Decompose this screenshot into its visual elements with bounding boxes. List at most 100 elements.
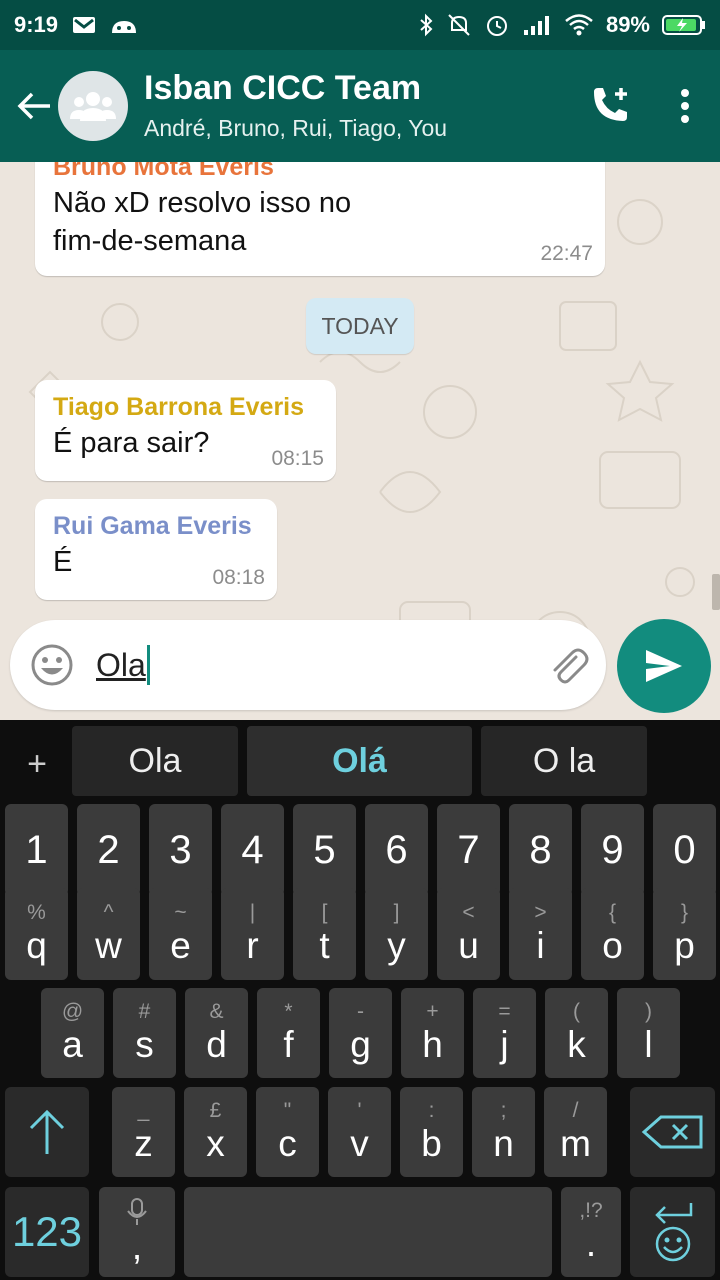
- number-key[interactable]: 2: [77, 804, 140, 896]
- key-label: t: [319, 925, 330, 966]
- key-secondary-label: (: [573, 1000, 580, 1023]
- number-key[interactable]: 8: [509, 804, 572, 896]
- number-key[interactable]: 9: [581, 804, 644, 896]
- letter-key[interactable]: [t: [293, 888, 356, 980]
- letter-key[interactable]: % q: [5, 888, 68, 980]
- key-label: m: [560, 1123, 591, 1164]
- suggestion-chip[interactable]: Ola: [72, 726, 238, 796]
- letter-key[interactable]: ) l: [617, 988, 680, 1078]
- letter-key[interactable]: £ x: [184, 1087, 247, 1177]
- send-icon: [646, 650, 682, 682]
- shift-key[interactable]: [5, 1087, 89, 1177]
- letter-key[interactable]: ; n: [472, 1087, 535, 1177]
- letter-key[interactable]: ' v: [328, 1087, 391, 1177]
- key-secondary-label: {: [608, 901, 616, 924]
- period-key[interactable]: ,!? .: [561, 1187, 621, 1277]
- message-bubble[interactable]: Bruno Mota Everis Não xD resolvo isso no…: [35, 162, 605, 276]
- message-bubble[interactable]: Rui Gama Everis É 08:18: [35, 499, 277, 600]
- microphone-icon: [127, 1198, 147, 1225]
- key-label: 2: [97, 828, 120, 872]
- letter-key[interactable]: _ z: [112, 1087, 175, 1177]
- letter-key[interactable]: < u: [437, 888, 500, 980]
- scroll-indicator[interactable]: [712, 574, 720, 610]
- paperclip-icon: [553, 648, 589, 684]
- number-key[interactable]: 3: [149, 804, 212, 896]
- symbols-key[interactable]: 123: [5, 1187, 89, 1277]
- key-label: r: [246, 925, 259, 966]
- battery-charging-icon: [662, 13, 706, 37]
- key-secondary-label: +: [426, 1000, 439, 1023]
- message-text: fim-de-semana: [53, 225, 247, 257]
- suggestion-chip[interactable]: O la: [481, 726, 647, 796]
- key-label: 3: [169, 828, 192, 872]
- message-input[interactable]: Ola: [94, 645, 150, 685]
- key-secondary-label: %: [27, 901, 46, 924]
- send-button[interactable]: [617, 619, 711, 713]
- letter-key[interactable]: :b: [400, 1087, 463, 1177]
- add-call-icon: [594, 88, 627, 121]
- letter-key[interactable]: / m: [544, 1087, 607, 1177]
- message-sender: Rui Gama Everis: [53, 512, 252, 540]
- key-label: 9: [601, 828, 624, 872]
- back-button[interactable]: [4, 50, 64, 162]
- key-label: u: [458, 925, 479, 966]
- key-secondary-label: -: [357, 1000, 364, 1023]
- enter-icon: [654, 1203, 692, 1224]
- letter-key[interactable]: (k: [545, 988, 608, 1078]
- comma-key-label: ,: [131, 1226, 143, 1267]
- period-key-sub: ,!?: [579, 1199, 603, 1222]
- letter-key[interactable]: ~ e: [149, 888, 212, 980]
- letter-key[interactable]: = j: [473, 988, 536, 1078]
- key-secondary-label: £: [209, 1099, 222, 1122]
- enter-emoji-key[interactable]: [630, 1187, 715, 1277]
- comma-key[interactable]: ,: [99, 1187, 175, 1277]
- letter-key[interactable]: " c: [256, 1087, 319, 1177]
- number-key[interactable]: 6: [365, 804, 428, 896]
- number-key[interactable]: 0: [653, 804, 716, 896]
- key-label: 4: [241, 828, 264, 872]
- key-secondary-label: #: [138, 1000, 151, 1023]
- key-label: q: [26, 925, 47, 966]
- key-secondary-label: =: [498, 1000, 511, 1023]
- letter-key[interactable]: ^ w: [77, 888, 140, 980]
- letter-key[interactable]: } p: [653, 888, 716, 980]
- letter-key[interactable]: {o: [581, 888, 644, 980]
- letter-key[interactable]: | r: [221, 888, 284, 980]
- number-key[interactable]: 1: [5, 804, 68, 896]
- letter-key[interactable]: # s: [113, 988, 176, 1078]
- space-key[interactable]: [184, 1187, 552, 1277]
- battery-percent: 89%: [605, 12, 650, 37]
- emoji-button[interactable]: [10, 620, 94, 710]
- key-label: 5: [313, 828, 336, 872]
- letter-key[interactable]: & d: [185, 988, 248, 1078]
- more-options-button[interactable]: [650, 50, 720, 162]
- chat-title-block[interactable]: Isban CICC Team André, Bruno, Rui, Tiago…: [144, 68, 570, 144]
- key-label: i: [536, 925, 545, 966]
- letter-key[interactable]: -g: [329, 988, 392, 1078]
- attach-button[interactable]: [530, 620, 606, 710]
- group-avatar[interactable]: [58, 71, 128, 141]
- key-label: p: [674, 925, 695, 966]
- message-bubble[interactable]: Tiago Barrona Everis É para sair? 08:15: [35, 380, 336, 481]
- number-key[interactable]: 7: [437, 804, 500, 896]
- back-arrow-icon: [17, 92, 50, 120]
- number-key[interactable]: 5: [293, 804, 356, 896]
- symbols-key-label: 123: [11, 1208, 83, 1255]
- key-label: c: [278, 1123, 297, 1164]
- key-secondary-label: ;: [500, 1099, 507, 1122]
- number-key[interactable]: 4: [221, 804, 284, 896]
- letter-key[interactable]: * f: [257, 988, 320, 1078]
- gmail-icon: [72, 15, 96, 35]
- add-call-button[interactable]: [570, 50, 650, 162]
- keyboard-toolbar-plus[interactable]: +: [10, 728, 64, 800]
- message-time: 08:18: [212, 566, 265, 589]
- key-secondary-label: *: [284, 1000, 293, 1023]
- backspace-icon: [641, 1115, 702, 1149]
- letter-key[interactable]: + h: [401, 988, 464, 1078]
- letter-key[interactable]: ] y: [365, 888, 428, 980]
- backspace-key[interactable]: [630, 1087, 715, 1177]
- letter-key[interactable]: @ a: [41, 988, 104, 1078]
- letter-key[interactable]: > i: [509, 888, 572, 980]
- suggestion-chip-primary[interactable]: Olá: [247, 726, 472, 796]
- key-label: 7: [457, 828, 480, 872]
